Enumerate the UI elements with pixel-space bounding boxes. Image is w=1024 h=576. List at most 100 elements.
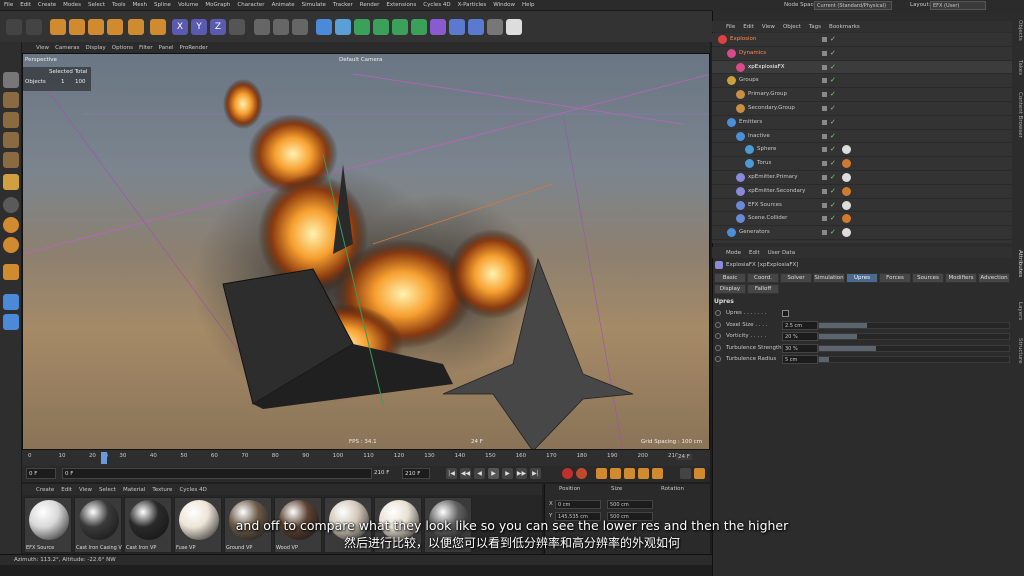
snap-icon[interactable]: [3, 197, 19, 213]
tab-modifiers[interactable]: Modifiers: [945, 273, 977, 283]
subdivision-icon[interactable]: [354, 19, 370, 35]
render-settings-icon[interactable]: [292, 19, 308, 35]
parameter-value-field[interactable]: 30 %: [782, 343, 818, 353]
visibility-dot-icon[interactable]: [822, 230, 827, 236]
effector-icon[interactable]: [411, 19, 427, 35]
edges-mode-icon[interactable]: [3, 152, 19, 168]
object-row[interactable]: Emitters ✓: [712, 116, 1012, 130]
animate-dot-icon[interactable]: [715, 333, 721, 339]
enabled-check-icon[interactable]: ✓: [830, 187, 836, 195]
key-position-icon[interactable]: [596, 468, 607, 479]
visibility-dot-icon[interactable]: [822, 106, 827, 111]
layers-icon[interactable]: [3, 314, 19, 330]
parameter-value-field[interactable]: 5 cm: [782, 355, 818, 364]
timeline-menu-icon[interactable]: [680, 468, 691, 479]
object-menu-bookmarks[interactable]: Bookmarks: [829, 24, 860, 30]
enabled-check-icon[interactable]: ✓: [830, 173, 836, 181]
visibility-dot-icon[interactable]: [822, 147, 827, 153]
camera-icon[interactable]: [487, 19, 503, 35]
x-size-field[interactable]: 500 cm: [607, 500, 653, 509]
solo-icon[interactable]: [3, 217, 19, 233]
menu-item-cycles-4d[interactable]: Cycles 4D: [423, 2, 450, 8]
visibility-dot-icon[interactable]: [822, 92, 827, 98]
menu-item-simulate[interactable]: Simulate: [302, 2, 326, 8]
parameter-slider[interactable]: [818, 333, 1010, 340]
solo-hierarchy-icon[interactable]: [3, 237, 19, 253]
object-row[interactable]: Dynamics ✓: [712, 47, 1012, 61]
menu-item-tracker[interactable]: Tracker: [333, 2, 353, 8]
menu-item-create[interactable]: Create: [38, 2, 56, 8]
object-row[interactable]: EFX Sources ✓: [712, 199, 1012, 213]
object-menu-object[interactable]: Object: [783, 24, 801, 30]
enabled-check-icon[interactable]: ✓: [830, 90, 836, 98]
object-tag-icon[interactable]: [842, 145, 851, 155]
parameter-slider[interactable]: [818, 344, 1010, 352]
undo-icon[interactable]: [6, 19, 22, 35]
tab-coord-[interactable]: Coord.: [747, 273, 779, 283]
object-row[interactable]: xpEmitter.Secondary ✓: [712, 185, 1012, 199]
z-axis-icon[interactable]: Z: [210, 19, 226, 35]
tab-solver[interactable]: Solver: [780, 273, 812, 283]
object-menu-view[interactable]: View: [762, 24, 775, 30]
key-parameter-icon[interactable]: [638, 468, 649, 479]
menu-item-spline[interactable]: Spline: [154, 2, 171, 8]
x-axis-icon[interactable]: X: [172, 19, 188, 35]
viewport[interactable]: Perspective Default Camera Selected Tota…: [22, 53, 710, 450]
object-row[interactable]: xpEmitter.Primary ✓: [712, 171, 1012, 185]
light-icon[interactable]: [506, 19, 522, 35]
array-icon[interactable]: [373, 19, 389, 35]
recent-tool-icon[interactable]: [128, 19, 144, 35]
visibility-dot-icon[interactable]: [822, 161, 827, 167]
film-icon[interactable]: [694, 468, 705, 479]
active-camera[interactable]: Default Camera: [339, 57, 382, 63]
menu-item-character[interactable]: Character: [237, 2, 264, 8]
menu-item-mesh[interactable]: Mesh: [133, 2, 147, 8]
enabled-check-icon[interactable]: ✓: [830, 35, 836, 43]
move-icon[interactable]: [69, 19, 85, 35]
timeline[interactable]: 0102024304050607080901001101201301401501…: [22, 450, 710, 466]
step-forward-icon[interactable]: ▶: [502, 468, 513, 479]
viewport-menu-prorender[interactable]: ProRender: [180, 45, 208, 51]
menu-item-select[interactable]: Select: [88, 2, 105, 8]
material-menu-create[interactable]: Create: [36, 487, 54, 493]
visibility-dot-icon[interactable]: [822, 64, 827, 70]
layout-select[interactable]: EFX (User): [930, 1, 986, 10]
enabled-check-icon[interactable]: ✓: [830, 201, 836, 209]
make-editable-icon[interactable]: [3, 72, 19, 88]
cube-icon[interactable]: [316, 19, 332, 35]
key-scale-icon[interactable]: [610, 468, 621, 479]
object-tag-icon[interactable]: [842, 186, 851, 196]
timeline-playhead[interactable]: [100, 452, 107, 464]
menu-item-file[interactable]: File: [4, 2, 13, 8]
visibility-dot-icon[interactable]: [822, 78, 827, 84]
tab-display[interactable]: Display: [714, 284, 746, 294]
enabled-check-icon[interactable]: ✓: [830, 104, 836, 112]
visibility-dot-icon[interactable]: [822, 188, 827, 194]
object-tag-icon[interactable]: [842, 200, 851, 210]
enabled-check-icon[interactable]: ✓: [830, 76, 836, 84]
scale-icon[interactable]: [88, 19, 104, 35]
animate-dot-icon[interactable]: [715, 310, 721, 316]
parameter-slider[interactable]: [818, 321, 1010, 329]
object-row[interactable]: Sphere ✓: [712, 143, 1012, 158]
material-menu-view[interactable]: View: [79, 487, 92, 493]
tab-basic[interactable]: Basic: [714, 273, 746, 283]
live-selection-icon[interactable]: [50, 19, 66, 35]
enabled-check-icon[interactable]: ✓: [830, 132, 836, 140]
menu-item-render[interactable]: Render: [360, 2, 380, 8]
enabled-check-icon[interactable]: ✓: [830, 228, 836, 236]
object-row[interactable]: xpExplosiaFX ✓: [712, 60, 1012, 75]
animate-dot-icon[interactable]: [715, 344, 721, 351]
menu-item-tools[interactable]: Tools: [112, 2, 126, 8]
rotate-icon[interactable]: [107, 19, 123, 35]
enabled-check-icon[interactable]: ✓: [830, 49, 836, 57]
side-tab-objects[interactable]: Objects: [1013, 20, 1023, 41]
attribute-menu-user-data[interactable]: User Data: [768, 250, 795, 256]
render-view-icon[interactable]: [254, 19, 270, 35]
texture-mode-icon[interactable]: [3, 112, 19, 128]
animate-dot-icon[interactable]: [715, 356, 721, 362]
object-tag-icon[interactable]: [842, 214, 851, 224]
menu-item-x-particles[interactable]: X-Particles: [458, 2, 487, 8]
visibility-dot-icon[interactable]: [822, 37, 827, 42]
parameter-slider[interactable]: [818, 356, 1010, 363]
